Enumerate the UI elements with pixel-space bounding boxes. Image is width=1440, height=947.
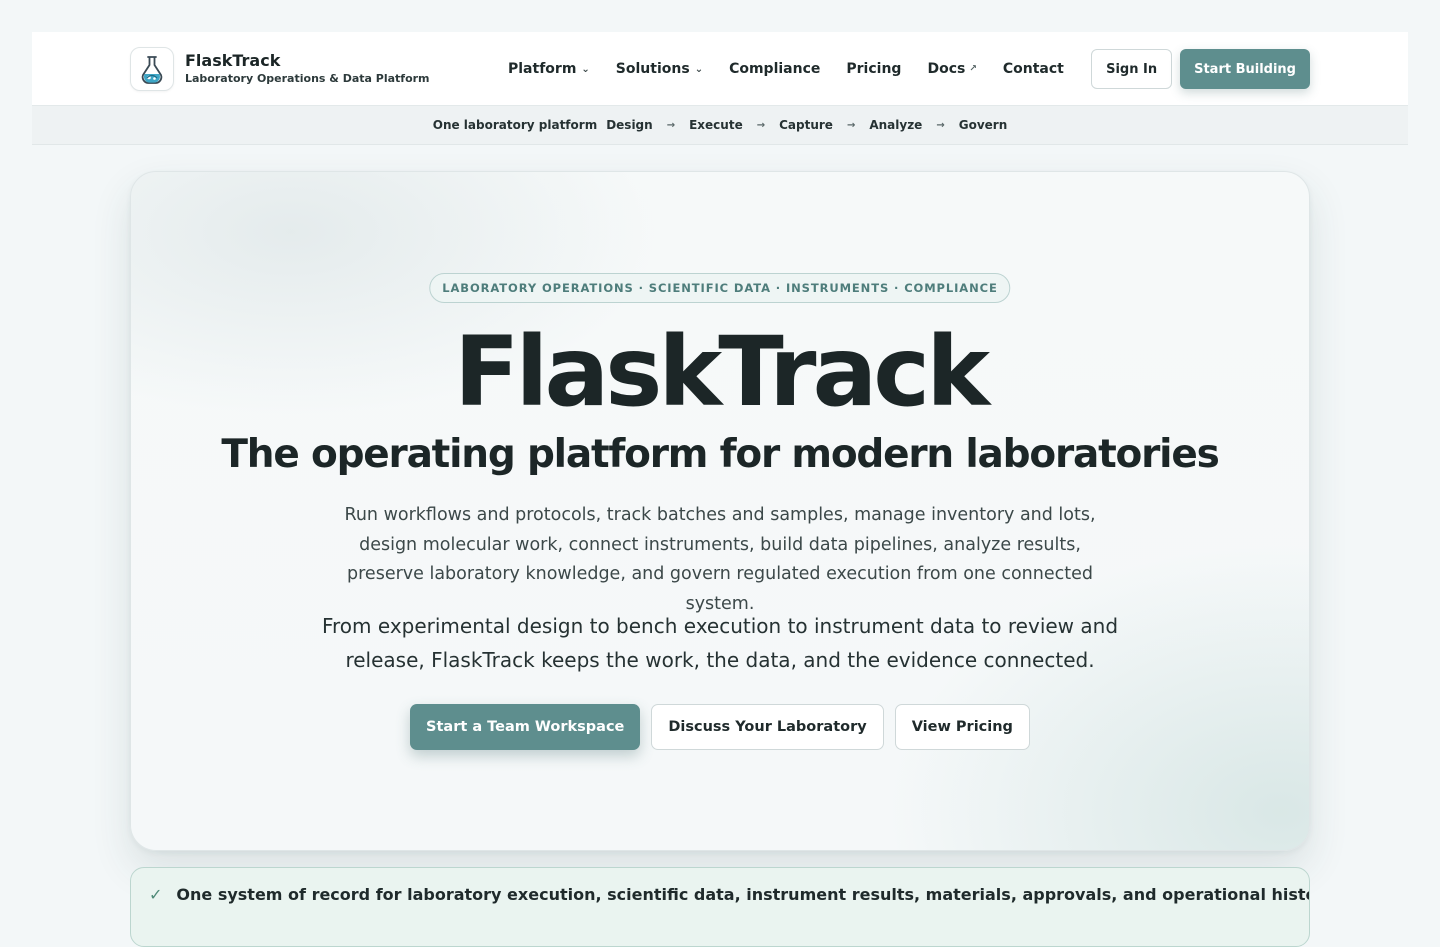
nav-item-platform[interactable]: Platform ⌄: [508, 61, 590, 77]
page-frame: FlaskTrack Laboratory Operations & Data …: [32, 32, 1408, 947]
hero-category-pill: LABORATORY OPERATIONS · SCIENTIFIC DATA …: [429, 273, 1011, 303]
view-pricing-button[interactable]: View Pricing: [894, 704, 1030, 750]
nav-label: Contact: [1002, 61, 1064, 77]
start-team-workspace-button[interactable]: Start a Team Workspace: [410, 704, 641, 750]
nav-item-solutions[interactable]: Solutions ⌄: [616, 61, 703, 77]
nav-label: Platform: [508, 61, 577, 77]
hero-title: FlaskTrack: [453, 316, 990, 428]
workflow-step-govern: Govern: [958, 118, 1008, 132]
chevron-down-icon: ⌄: [694, 63, 704, 75]
external-link-icon: ↗: [969, 64, 977, 74]
nav-label: Pricing: [846, 61, 902, 77]
workflow-step-analyze: Analyze: [869, 118, 923, 132]
hero-cta-row: Start a Team Workspace Discuss Your Labo…: [131, 704, 1309, 750]
system-of-record-banner: ✓ One system of record for laboratory ex…: [130, 867, 1310, 947]
nav-item-compliance[interactable]: Compliance: [729, 61, 820, 77]
sign-in-button[interactable]: Sign In: [1091, 49, 1173, 89]
hero-lead: From experimental design to bench execut…: [321, 614, 1119, 672]
nav-item-docs[interactable]: Docs ↗: [927, 61, 976, 77]
workflow-lead: One laboratory platform: [432, 118, 598, 132]
site-header: FlaskTrack Laboratory Operations & Data …: [32, 32, 1408, 106]
brand-tagline: Laboratory Operations & Data Platform: [185, 71, 430, 85]
banner-text: One system of record for laboratory exec…: [176, 885, 1310, 904]
check-icon: ✓: [149, 885, 163, 904]
nav-item-pricing[interactable]: Pricing: [846, 61, 901, 77]
hero-card: LABORATORY OPERATIONS · SCIENTIFIC DATA …: [130, 171, 1310, 851]
main-nav: Platform ⌄ Solutions ⌄ Compliance Pricin…: [508, 32, 1090, 106]
flask-icon: [130, 47, 174, 91]
chevron-down-icon: ⌄: [581, 63, 590, 75]
nav-label: Solutions: [615, 61, 690, 77]
hero-subtitle: The operating platform for modern labora…: [221, 432, 1219, 477]
arrow-right-icon: →: [936, 119, 945, 131]
workflow-step-execute: Execute: [689, 118, 743, 132]
workflow-step-design: Design: [606, 118, 653, 132]
brand[interactable]: FlaskTrack Laboratory Operations & Data …: [130, 47, 430, 91]
hero-description: Run workflows and protocols, track batch…: [344, 505, 1096, 614]
workflow-step-capture: Capture: [779, 118, 833, 132]
arrow-right-icon: →: [756, 119, 766, 131]
workflow-strip: One laboratory platform Design → Execute…: [32, 106, 1408, 145]
start-building-button[interactable]: Start Building: [1180, 49, 1310, 89]
arrow-right-icon: →: [666, 119, 676, 131]
discuss-laboratory-button[interactable]: Discuss Your Laboratory: [651, 704, 884, 750]
brand-name: FlaskTrack: [185, 50, 281, 70]
nav-item-contact[interactable]: Contact: [1003, 61, 1064, 77]
nav-label: Docs: [927, 61, 966, 77]
arrow-right-icon: →: [846, 119, 856, 131]
nav-label: Compliance: [729, 61, 821, 77]
header-actions: Sign In Start Building: [1091, 49, 1310, 89]
